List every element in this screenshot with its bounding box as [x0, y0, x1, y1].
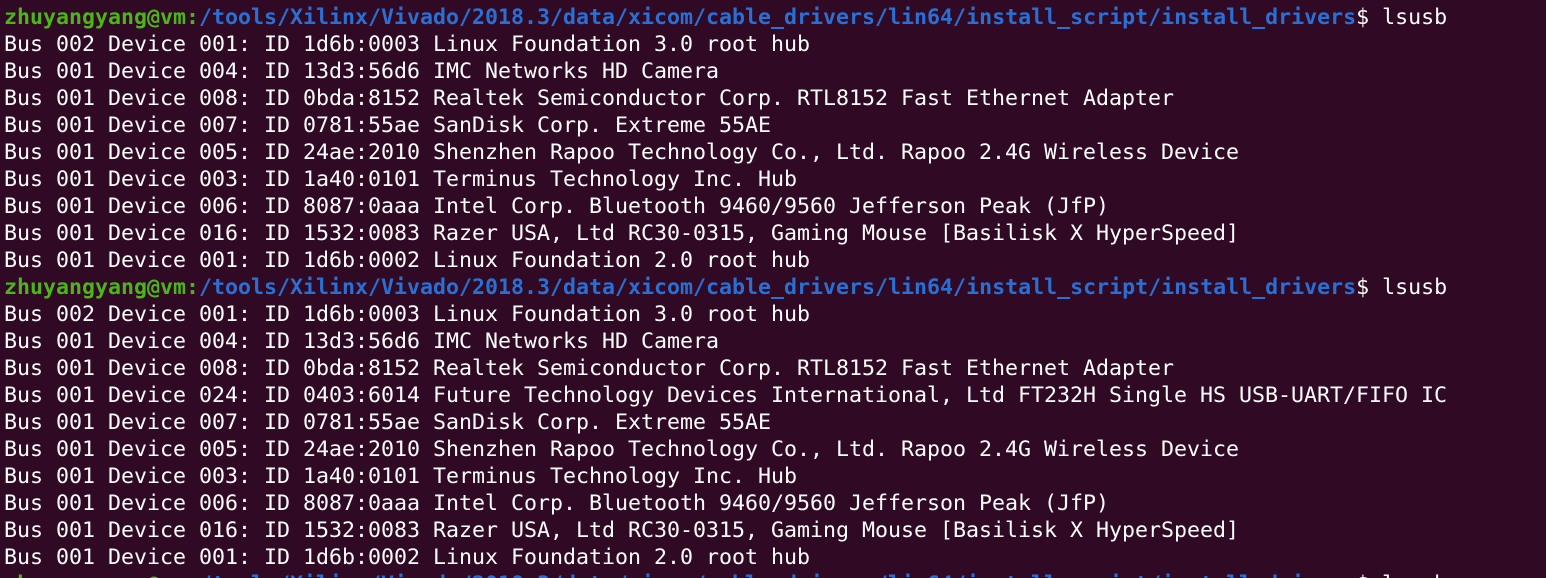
output-line: Bus 001 Device 006: ID 8087:0aaa Intel C…: [4, 490, 1447, 517]
output-text: Bus 001 Device 004: ID 13d3:56d6 IMC Net…: [4, 329, 720, 354]
output-text: Bus 001 Device 001: ID 1d6b:0002 Linux F…: [4, 545, 811, 570]
output-text: Bus 001 Device 006: ID 8087:0aaa Intel C…: [4, 194, 1110, 219]
output-text: Bus 001 Device 016: ID 1532:0083 Razer U…: [4, 518, 1240, 543]
output-text: Bus 001 Device 007: ID 0781:55ae SanDisk…: [4, 410, 772, 435]
prompt-path: /tools/Xilinx/Vivado/2018.3/data/xicom/c…: [199, 275, 1357, 300]
output-text: Bus 001 Device 024: ID 0403:6014 Future …: [4, 383, 1448, 408]
output-line: Bus 002 Device 001: ID 1d6b:0003 Linux F…: [4, 31, 1447, 58]
output-line: Bus 001 Device 005: ID 24ae:2010 Shenzhe…: [4, 436, 1447, 463]
output-text: Bus 002 Device 001: ID 1d6b:0003 Linux F…: [4, 302, 811, 327]
output-text: Bus 001 Device 001: ID 1d6b:0002 Linux F…: [4, 248, 811, 273]
output-line: Bus 001 Device 007: ID 0781:55ae SanDisk…: [4, 409, 1447, 436]
output-line: Bus 001 Device 008: ID 0bda:8152 Realtek…: [4, 355, 1447, 382]
output-line: Bus 001 Device 003: ID 1a40:0101 Terminu…: [4, 166, 1447, 193]
prompt-command: lsusb: [1382, 275, 1448, 300]
prompt-user: zhuyangyang@vm: [4, 572, 186, 578]
output-text: Bus 001 Device 005: ID 24ae:2010 Shenzhe…: [4, 140, 1240, 165]
output-line: Bus 001 Device 016: ID 1532:0083 Razer U…: [4, 220, 1447, 247]
output-text: Bus 001 Device 004: ID 13d3:56d6 IMC Net…: [4, 59, 720, 84]
prompt-command: lsusb: [1382, 572, 1447, 578]
prompt-line: zhuyangyang@vm:/tools/Xilinx/Vivado/2018…: [4, 274, 1447, 301]
output-line: Bus 001 Device 001: ID 1d6b:0002 Linux F…: [4, 544, 1447, 571]
prompt-symbol: $: [1356, 5, 1383, 30]
terminal-window[interactable]: zhuyangyang@vm:/tools/Xilinx/Vivado/2018…: [0, 0, 1546, 578]
prompt-symbol: $: [1356, 275, 1383, 300]
output-text: Bus 001 Device 005: ID 24ae:2010 Shenzhe…: [4, 437, 1240, 462]
output-text: Bus 001 Device 016: ID 1532:0083 Razer U…: [4, 221, 1240, 246]
output-text: Bus 001 Device 007: ID 0781:55ae SanDisk…: [4, 113, 772, 138]
prompt-line: zhuyangyang@vm:/tools/Xilinx/Vivado/2018…: [4, 4, 1447, 31]
output-line: Bus 001 Device 001: ID 1d6b:0002 Linux F…: [4, 247, 1447, 274]
prompt-command: lsusb: [1382, 5, 1448, 30]
output-line: Bus 001 Device 004: ID 13d3:56d6 IMC Net…: [4, 328, 1447, 355]
output-text: Bus 001 Device 008: ID 0bda:8152 Realtek…: [4, 356, 1175, 381]
output-line: Bus 001 Device 005: ID 24ae:2010 Shenzhe…: [4, 139, 1447, 166]
output-line: Bus 001 Device 006: ID 8087:0aaa Intel C…: [4, 193, 1447, 220]
output-line: Bus 001 Device 008: ID 0bda:8152 Realtek…: [4, 85, 1447, 112]
output-line: Bus 001 Device 024: ID 0403:6014 Future …: [4, 382, 1447, 409]
output-text: Bus 001 Device 008: ID 0bda:8152 Realtek…: [4, 86, 1175, 111]
prompt-symbol: $: [1356, 572, 1382, 578]
output-text: Bus 001 Device 003: ID 1a40:0101 Terminu…: [4, 167, 798, 192]
prompt-separator: :: [186, 275, 200, 300]
output-line: Bus 002 Device 001: ID 1d6b:0003 Linux F…: [4, 301, 1447, 328]
prompt-line: zhuyangyang@vm:/tools/Xilinx/Vivado/2018…: [4, 571, 1447, 578]
output-text: Bus 001 Device 006: ID 8087:0aaa Intel C…: [4, 491, 1110, 516]
prompt-separator: :: [186, 572, 199, 578]
output-line: Bus 001 Device 003: ID 1a40:0101 Terminu…: [4, 463, 1447, 490]
output-text: Bus 001 Device 003: ID 1a40:0101 Terminu…: [4, 464, 798, 489]
output-line: Bus 001 Device 004: ID 13d3:56d6 IMC Net…: [4, 58, 1447, 85]
prompt-user: zhuyangyang@vm: [4, 275, 187, 300]
prompt-path: /tools/Xilinx/Vivado/2018.3/data/xicom/c…: [199, 572, 1356, 578]
output-line: Bus 001 Device 016: ID 1532:0083 Razer U…: [4, 517, 1447, 544]
prompt-path: /tools/Xilinx/Vivado/2018.3/data/xicom/c…: [199, 5, 1357, 30]
output-line: Bus 001 Device 007: ID 0781:55ae SanDisk…: [4, 112, 1447, 139]
prompt-separator: :: [186, 5, 200, 30]
prompt-user: zhuyangyang@vm: [4, 5, 187, 30]
output-text: Bus 002 Device 001: ID 1d6b:0003 Linux F…: [4, 32, 811, 57]
terminal-output: zhuyangyang@vm:/tools/Xilinx/Vivado/2018…: [4, 4, 1447, 578]
